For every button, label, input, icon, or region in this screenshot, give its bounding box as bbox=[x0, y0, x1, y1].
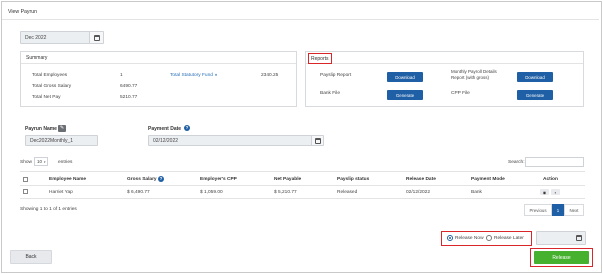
cell-payslip-status: Released bbox=[337, 190, 358, 195]
payment-date-label: Payment Date bbox=[148, 126, 182, 132]
summary-header: Summary bbox=[21, 52, 296, 64]
payrun-name-label: Payrun Name bbox=[25, 126, 57, 132]
release-date-calendar-button[interactable] bbox=[573, 232, 585, 244]
total-gross-label: Total Gross Salary bbox=[32, 84, 72, 89]
cell-release-date: 02/12/2022 bbox=[406, 190, 431, 195]
total-employees-label: Total Employees bbox=[32, 73, 68, 78]
col-employer-cpp[interactable]: Employer's CPP bbox=[200, 177, 237, 182]
cell-net-payable: $ 5,210.77 bbox=[274, 190, 297, 195]
title-divider bbox=[2, 19, 599, 20]
search-label: Search: bbox=[508, 160, 525, 165]
monthly-report-label-2: Report (with gross) bbox=[451, 75, 490, 80]
delete-action-button[interactable]: ▪ bbox=[551, 189, 560, 195]
entries-select[interactable]: 10 ▾ bbox=[34, 157, 48, 166]
pagination-previous[interactable]: Previous bbox=[524, 204, 552, 216]
calendar-icon bbox=[576, 235, 582, 241]
col-action: Action bbox=[543, 177, 558, 182]
release-button[interactable]: Release bbox=[534, 251, 589, 264]
payrun-name-field[interactable]: Dec2022Monthly_1 bbox=[25, 135, 98, 146]
col-release-date[interactable]: Release Date bbox=[406, 177, 436, 182]
period-calendar-button[interactable] bbox=[89, 32, 103, 43]
entries-label: entries bbox=[58, 160, 73, 165]
pagination-next[interactable]: Next bbox=[564, 204, 584, 216]
release-later-date-field[interactable] bbox=[536, 231, 586, 245]
release-later-radio[interactable] bbox=[486, 235, 492, 241]
cell-employer-cpp: $ 1,059.00 bbox=[200, 190, 223, 195]
total-net-value: 5210.77 bbox=[120, 95, 138, 100]
col-gross-salary[interactable]: Gross Salary bbox=[127, 177, 157, 182]
payrun-name-value: Dec2022Monthly_1 bbox=[30, 137, 74, 144]
statutory-fund-value: 2340.25 bbox=[261, 73, 279, 78]
calendar-icon bbox=[93, 34, 100, 41]
cell-payment-mode: Bank bbox=[471, 190, 482, 195]
statutory-info-icon[interactable]: ♦ bbox=[215, 72, 217, 77]
col-payment-mode[interactable]: Payment Mode bbox=[471, 177, 505, 182]
cell-gross-salary: $ 6,490.77 bbox=[127, 190, 150, 195]
payment-date-calendar-button[interactable] bbox=[311, 136, 323, 145]
col-net-payable[interactable]: Net Payable bbox=[274, 177, 301, 182]
payment-date-info-icon[interactable]: ? bbox=[184, 125, 190, 131]
table-bottom-rule bbox=[20, 198, 585, 199]
table-info: Showing 1 to 1 of 1 entries bbox=[20, 207, 77, 212]
payslip-download-button[interactable]: Download bbox=[387, 72, 423, 82]
search-input[interactable] bbox=[525, 157, 584, 167]
show-label: Show bbox=[20, 160, 32, 165]
payslip-report-label: Payslip Report bbox=[320, 73, 352, 78]
total-net-label: Total Net Pay bbox=[32, 95, 61, 100]
col-employee-name[interactable]: Employee Name bbox=[49, 177, 86, 182]
cpp-generate-button[interactable]: Generate bbox=[517, 90, 553, 100]
chevron-down-icon: ▾ bbox=[44, 159, 46, 164]
calendar-icon bbox=[314, 137, 321, 144]
bank-file-label: Bank File bbox=[320, 91, 340, 96]
summary-title: Summary bbox=[26, 55, 48, 61]
gross-salary-info-icon[interactable]: ? bbox=[158, 176, 164, 182]
table-top-rule bbox=[20, 171, 585, 172]
reports-title-highlight: Reports bbox=[308, 53, 332, 64]
entries-select-value: 10 bbox=[37, 159, 43, 164]
period-field[interactable]: Dec 2022 bbox=[20, 31, 104, 44]
payment-date-field[interactable]: 02/12/2022 bbox=[148, 135, 324, 146]
summary-panel: Summary Total Employees 1 Total Gross Sa… bbox=[20, 51, 297, 107]
release-now-radio[interactable] bbox=[447, 235, 453, 241]
edit-pencil-icon[interactable]: ✎ bbox=[58, 125, 66, 132]
col-payslip-status[interactable]: Payslip status bbox=[337, 177, 369, 182]
eye-icon: ◉ bbox=[542, 189, 547, 195]
back-button[interactable]: Back bbox=[10, 250, 52, 264]
reports-title: Reports bbox=[311, 56, 329, 62]
row-checkbox[interactable] bbox=[23, 189, 28, 194]
view-action-button[interactable]: ◉ bbox=[540, 189, 549, 195]
page-title: View Payrun bbox=[8, 9, 38, 15]
total-gross-value: 6490.77 bbox=[120, 84, 138, 89]
trash-icon: ▪ bbox=[554, 189, 557, 195]
reports-panel: Reports Payslip Report Download Bank Fil… bbox=[305, 51, 584, 107]
statutory-fund-link[interactable]: Total Statutory Fund bbox=[170, 73, 213, 78]
period-value: Dec 2022 bbox=[25, 34, 47, 41]
total-employees-value: 1 bbox=[120, 73, 123, 78]
cell-employee-name[interactable]: Harriet Yap bbox=[49, 190, 73, 195]
monthly-report-label-1: Monthly Payroll Details bbox=[451, 69, 497, 74]
cpp-file-label: CPP File bbox=[451, 91, 470, 96]
monthly-download-button[interactable]: Download bbox=[517, 72, 553, 82]
bank-generate-button[interactable]: Generate bbox=[387, 90, 423, 100]
release-now-label[interactable]: Release Now bbox=[455, 236, 484, 241]
pagination-page-1[interactable]: 1 bbox=[552, 204, 564, 216]
release-later-label[interactable]: Release Later bbox=[494, 236, 524, 241]
table-header-rule bbox=[20, 185, 585, 186]
payment-date-value: 02/12/2022 bbox=[153, 137, 179, 144]
reports-header bbox=[306, 52, 583, 64]
select-all-checkbox[interactable] bbox=[23, 177, 28, 182]
